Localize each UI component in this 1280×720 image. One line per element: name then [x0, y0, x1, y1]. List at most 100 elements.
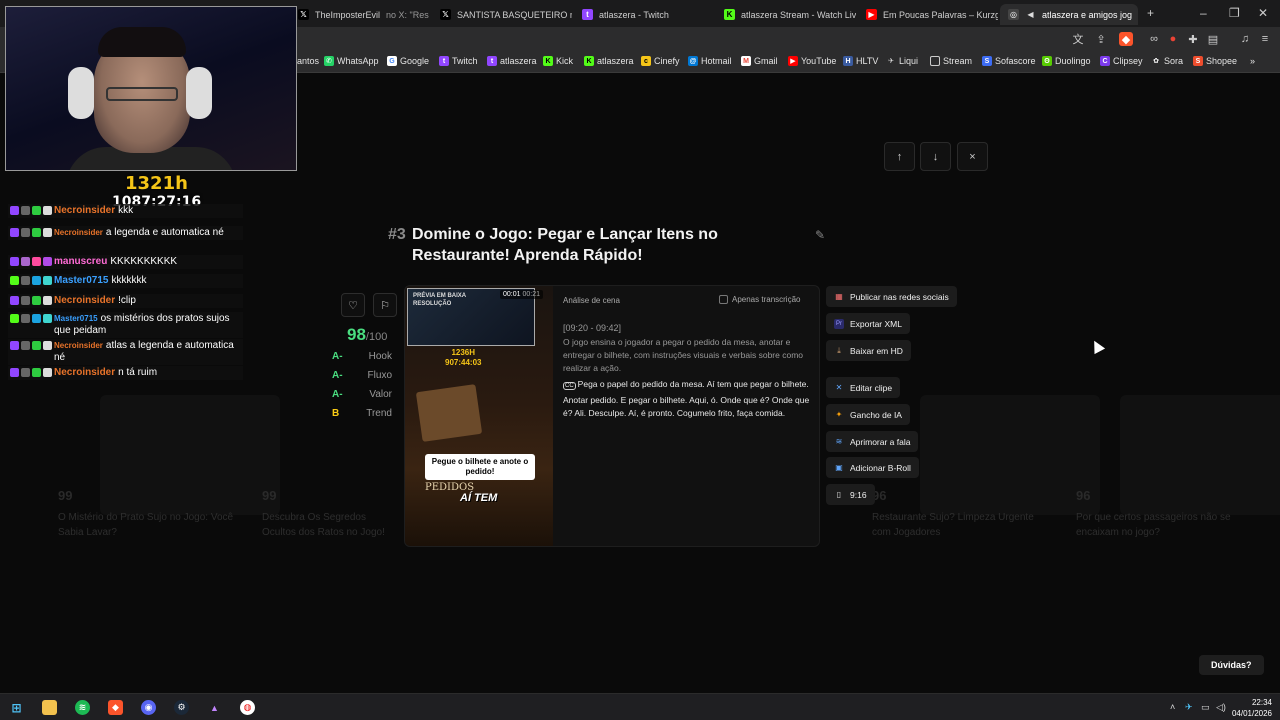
extension-icon[interactable]: ∞ [1147, 32, 1161, 46]
kick-icon: K [724, 9, 735, 20]
x-icon: 𝕏 [440, 9, 451, 20]
kick-icon [10, 314, 19, 323]
chat-message: Master0715 os mistérios dos pratos sujos … [8, 312, 243, 338]
sofascore-icon: S [982, 56, 992, 66]
badge-icon [32, 341, 41, 350]
bookmark-hotmail[interactable]: @ Hotmail [688, 56, 732, 66]
bookmark-sofascore[interactable]: S Sofascore [982, 56, 1036, 66]
discord-icon[interactable]: ◉ [141, 700, 156, 715]
bookmark-gmail[interactable]: M Gmail [741, 56, 778, 66]
bookmark-duolingo[interactable]: ʘ Duolingo [1042, 56, 1091, 66]
brave-icon[interactable]: ◆ [108, 700, 123, 715]
spotify-icon[interactable]: ≋ [75, 700, 90, 715]
chat-badges [10, 257, 52, 266]
bookmark-kick[interactable]: K Kick [543, 56, 573, 66]
heart-badge-icon [32, 257, 41, 266]
enhance-speech-button[interactable]: ≋ Aprimorar a fala [826, 431, 919, 452]
publish-social-button[interactable]: ▦ Publicar nas redes sociais [826, 286, 957, 307]
grade-value: A- Valor [332, 389, 392, 400]
site-icon: ◎ [1008, 9, 1019, 20]
badge-icon [21, 257, 30, 266]
background-card-score: 99 [262, 488, 277, 503]
bookmark-clipsey[interactable]: C Clipsey [1100, 56, 1143, 66]
bookmark-google[interactable]: G Google [387, 56, 429, 66]
bookmark-whatsapp[interactable]: ✆ WhatsApp [324, 56, 379, 66]
chat-badges [10, 368, 52, 377]
network-icon[interactable]: ▭ [1201, 702, 1210, 713]
steam-icon[interactable]: ⚙ [174, 700, 189, 715]
clip-panel: PRÉVIA EM BAIXA RESOLUÇÃO 00:01 00:21 123… [404, 285, 820, 547]
file-explorer-icon[interactable] [42, 700, 57, 715]
sidebar-icon[interactable]: ▤ [1206, 32, 1220, 46]
bookmark-sora[interactable]: ✿ Sora [1151, 56, 1183, 66]
tab-youtube[interactable]: ▶ Em Poucas Palavras – Kurzgesa [858, 4, 998, 25]
next-clip-button[interactable]: ↓ [920, 142, 951, 171]
bookmark-stream[interactable]: Stream [930, 56, 972, 66]
close-modal-button[interactable]: × [957, 142, 988, 171]
duolingo-icon: ʘ [1042, 56, 1052, 66]
chrome-ext-icon[interactable]: ● [1166, 32, 1180, 46]
new-tab-button[interactable]: + [1147, 6, 1154, 20]
image-icon: ▣ [835, 463, 843, 472]
windows-taskbar: ⊞ ≋ ◆ ◉ ⚙ ▲ ◍ ˄ ✈ ▭ ◁) 22:34 04/01/2026 [0, 693, 1280, 720]
tray-chevron-icon[interactable]: ˄ [1170, 702, 1175, 712]
download-hd-button[interactable]: ⤓ Baixar em HD [826, 340, 911, 361]
bookmark-cinefy[interactable]: c Cinefy [641, 56, 680, 66]
taskbar-clock[interactable]: 22:34 04/01/2026 [1232, 697, 1272, 719]
bookmark-liqui[interactable]: ✈ Liqui [886, 56, 918, 66]
ai-hook-button[interactable]: ✦ Gancho de IA [826, 404, 910, 425]
minimize-icon[interactable]: – [1200, 6, 1207, 20]
bookmark-atlaszera-twitch[interactable]: t atlaszera [487, 56, 537, 66]
edit-title-icon[interactable]: ✎ [815, 228, 825, 242]
menu-icon[interactable]: ≡ [1258, 32, 1272, 46]
obs-icon[interactable]: ▲ [207, 700, 222, 715]
brave-shield-icon[interactable]: ◆ [1119, 32, 1133, 46]
export-xml-button[interactable]: Pr Exportar XML [826, 313, 910, 334]
sora-icon: ✿ [1153, 58, 1159, 65]
kick-icon [10, 276, 19, 285]
aspect-ratio-button[interactable]: ▯ 9:16 [826, 484, 875, 505]
low-res-badge: PRÉVIA EM BAIXA RESOLUÇÃO [413, 293, 467, 307]
tab-santista[interactable]: 𝕏 SANTISTA BASQUETEIRO no X: [432, 4, 572, 25]
volume-icon[interactable]: ◁) [1216, 702, 1226, 713]
badge-icon [43, 368, 52, 377]
windows-start-icon[interactable]: ⊞ [9, 700, 24, 715]
media-icon[interactable]: ♫ [1238, 32, 1252, 46]
hotmail-icon: @ [688, 56, 698, 66]
share-icon[interactable]: ⇪ [1094, 32, 1108, 46]
tray-app-icon[interactable]: ✈ [1185, 702, 1193, 713]
bookmark-atlaszera-kick[interactable]: Katlaszera [584, 56, 634, 66]
translate-icon[interactable]: 文 [1071, 32, 1085, 46]
bookmark-twitch[interactable]: t Twitch [439, 56, 478, 66]
tab-twitch[interactable]: t atlaszera - Twitch [574, 4, 714, 25]
bookmark-youtube[interactable]: ▶ YouTube [788, 56, 836, 66]
previous-clip-button[interactable]: ↑ [884, 142, 915, 171]
transcript-only-checkbox[interactable]: Apenas transcrição [719, 295, 800, 304]
bookmark-antos[interactable]: antos [297, 56, 319, 66]
twitch-icon [10, 206, 19, 215]
waveform-icon: ≋ [835, 437, 843, 446]
tab-imposter[interactable]: 𝕏 TheImposterEvil no X: "Res [290, 4, 430, 25]
badge-icon [43, 314, 52, 323]
badge-icon [43, 257, 52, 266]
bookmark-hltv[interactable]: H HLTV [843, 56, 878, 66]
add-broll-button[interactable]: ▣ Adicionar B-Roll [826, 457, 919, 478]
like-button[interactable]: ♡ [341, 293, 365, 317]
help-button[interactable]: Dúvidas? [1199, 655, 1264, 675]
dislike-button[interactable]: ⚐ [373, 293, 397, 317]
app-icon[interactable]: ◍ [240, 700, 255, 715]
close-window-icon[interactable]: ✕ [1258, 6, 1268, 20]
tab-kick[interactable]: K atlaszera Stream - Watch Live o [716, 4, 856, 25]
game-board [415, 384, 483, 442]
tab-active[interactable]: ◎ ◀ atlaszera e amigos jog ✕ [1000, 4, 1138, 25]
badge-icon [32, 368, 41, 377]
puzzle-icon[interactable]: ✚ [1186, 32, 1200, 46]
maximize-icon[interactable]: ❐ [1229, 6, 1240, 20]
edit-clip-button[interactable]: ✕ Editar clipe [826, 377, 901, 398]
bookmark-shopee[interactable]: S Shopee [1193, 56, 1237, 66]
video-preview[interactable]: PRÉVIA EM BAIXA RESOLUÇÃO 00:01 00:21 123… [405, 286, 553, 546]
kick-icon: K [584, 56, 594, 66]
chat-message: manuscreu KKKKKKKKKK [8, 255, 243, 269]
chat-badges [10, 296, 52, 305]
bookmarks-overflow-icon[interactable]: » [1250, 56, 1255, 66]
